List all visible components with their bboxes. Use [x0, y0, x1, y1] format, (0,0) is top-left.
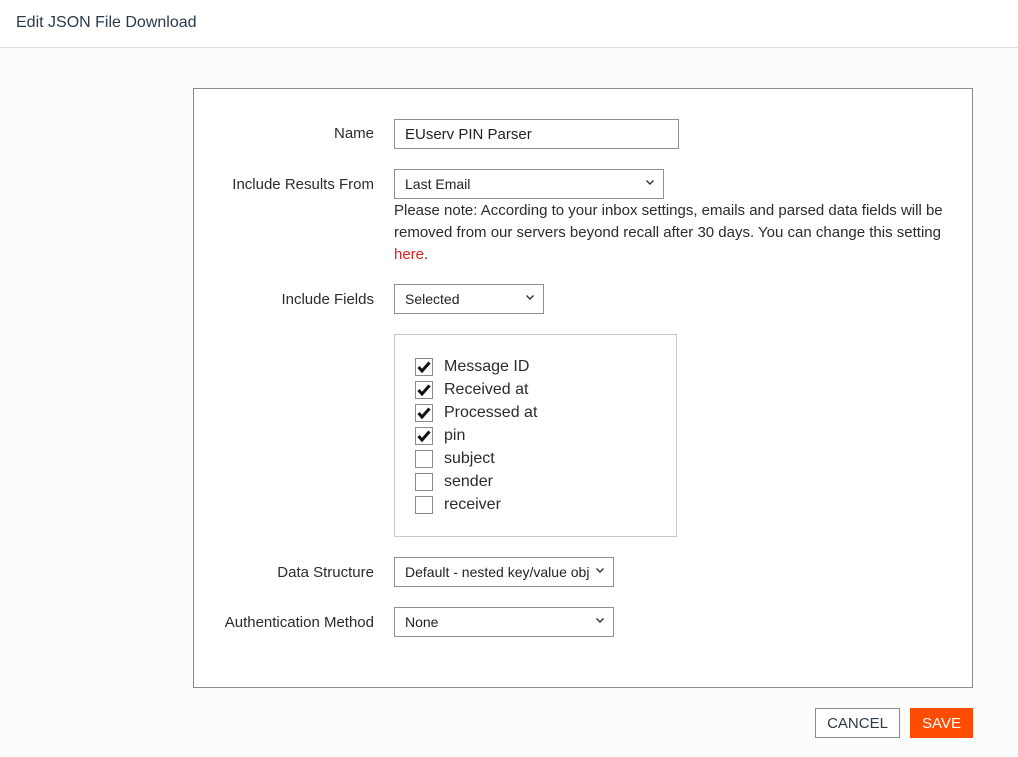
page-header: Edit JSON File Download	[0, 0, 1018, 48]
save-button[interactable]: SAVE	[910, 708, 973, 738]
field-option-label: Processed at	[444, 403, 538, 421]
chevron-down-icon	[646, 180, 654, 185]
field-option[interactable]: Processed at	[415, 401, 537, 424]
name-input[interactable]: EUserv PIN Parser	[394, 119, 679, 149]
field-checkbox[interactable]	[415, 495, 433, 514]
field-checkbox[interactable]	[415, 426, 433, 445]
include-fields-value: Selected	[405, 291, 460, 307]
field-checkbox[interactable]	[415, 357, 433, 376]
retention-note-text: Please note: According to your inbox set…	[394, 202, 943, 241]
field-checkbox[interactable]	[415, 472, 433, 491]
include-results-from-label: Include Results From	[232, 176, 374, 193]
authentication-method-value: None	[405, 614, 439, 630]
authentication-method-select[interactable]: None	[394, 607, 614, 637]
settings-link[interactable]: here	[394, 246, 424, 263]
include-results-from-value: Last Email	[405, 176, 471, 192]
cancel-button[interactable]: CANCEL	[815, 708, 900, 738]
retention-note: Please note: According to your inbox set…	[394, 200, 964, 266]
field-option[interactable]: sender	[415, 470, 493, 493]
fields-checklist: Message ID Received at Processed at pin subj…	[394, 334, 677, 537]
data-structure-value: Default - nested key/value obj	[405, 564, 590, 580]
field-checkbox[interactable]	[415, 449, 433, 468]
name-label: Name	[333, 125, 374, 142]
field-option-label: Message ID	[444, 357, 530, 375]
field-option[interactable]: Received at	[415, 378, 529, 401]
retention-note-end: .	[424, 246, 429, 263]
field-option[interactable]: receiver	[415, 493, 501, 516]
chevron-down-icon	[595, 565, 605, 575]
field-option[interactable]: subject	[415, 447, 495, 470]
checkmark-icon	[417, 407, 431, 419]
field-option-label: pin	[444, 426, 466, 444]
authentication-method-label: Authentication Method	[224, 614, 374, 631]
checkmark-icon	[417, 361, 431, 373]
chevron-down-icon	[596, 618, 604, 623]
field-checkbox[interactable]	[415, 403, 433, 422]
field-checkbox[interactable]	[415, 380, 433, 399]
checkmark-icon	[417, 384, 431, 396]
field-option-label: receiver	[444, 495, 501, 513]
include-fields-select[interactable]: Selected	[394, 284, 544, 314]
data-structure-select[interactable]: Default - nested key/value obj	[394, 557, 614, 587]
checkmark-icon	[417, 430, 431, 442]
field-option-label: Received at	[444, 380, 529, 398]
field-option[interactable]: Message ID	[415, 355, 529, 378]
field-option-label: sender	[444, 472, 493, 490]
include-results-from-select[interactable]: Last Email	[394, 169, 664, 199]
data-structure-label: Data Structure	[277, 564, 374, 581]
page-title: Edit JSON File Download	[16, 14, 197, 31]
chevron-down-icon	[526, 295, 534, 300]
include-fields-label: Include Fields	[281, 291, 374, 308]
field-option[interactable]: pin	[415, 424, 465, 447]
form-panel: Name EUserv PIN Parser Include Results F…	[193, 88, 973, 688]
field-option-label: subject	[444, 449, 495, 467]
